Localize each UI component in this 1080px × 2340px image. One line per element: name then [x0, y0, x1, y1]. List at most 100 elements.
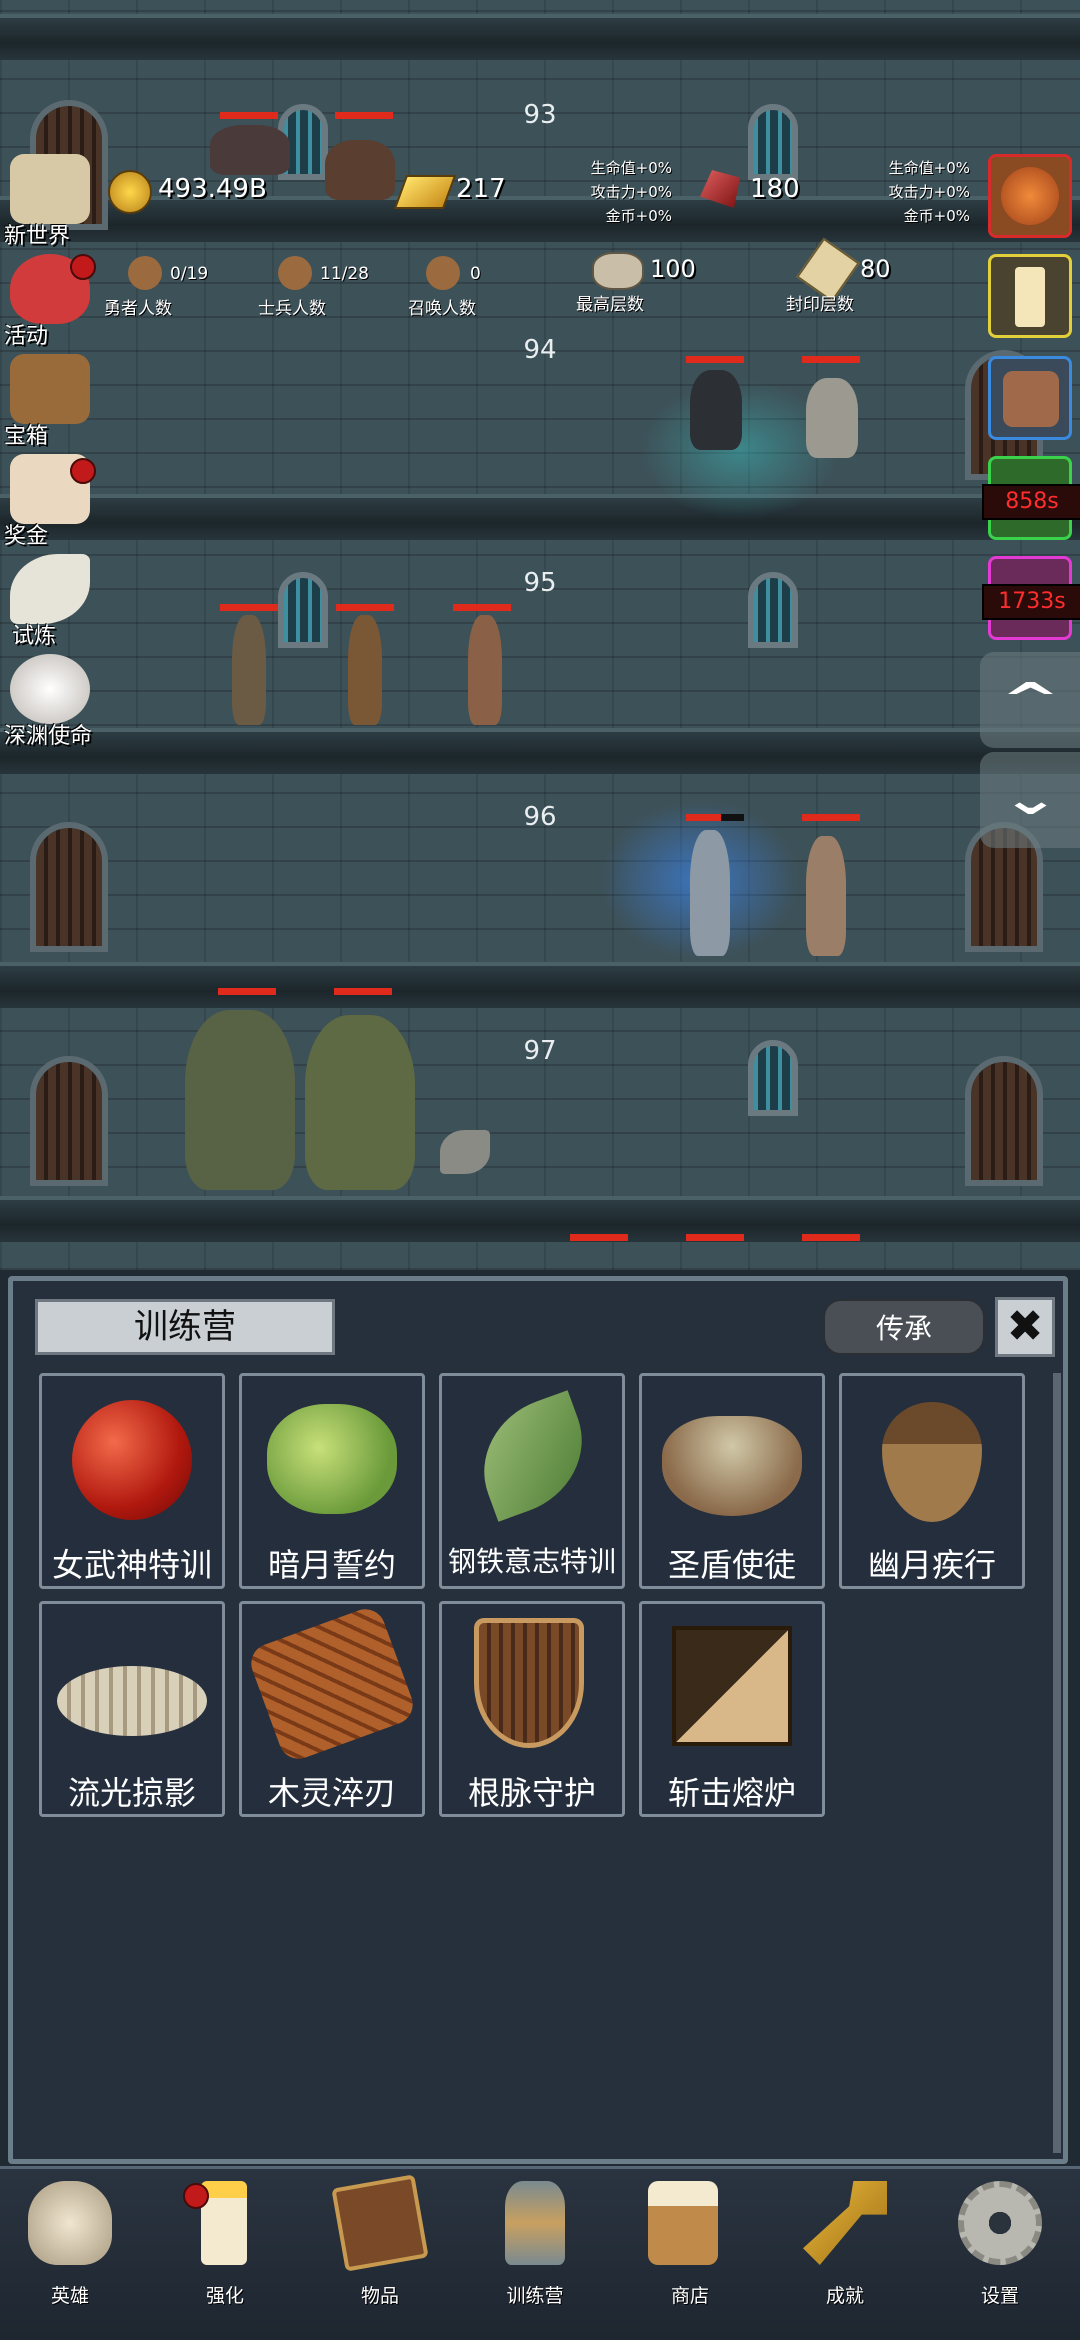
map-icon [10, 154, 90, 224]
enemy-hp-bar [686, 356, 744, 363]
nav-training-camp[interactable]: 训练营 [465, 2181, 605, 2331]
training-card[interactable]: 斩击熔炉 [639, 1601, 825, 1817]
floor-divider [0, 14, 1080, 60]
zombie-enemy[interactable] [348, 615, 382, 725]
trial-button[interactable]: 试炼 [4, 550, 96, 649]
dungeon-window [748, 572, 798, 648]
floor-divider [0, 962, 1080, 1008]
zombie-enemy[interactable] [232, 615, 266, 725]
gold-coin-icon [108, 170, 152, 214]
nav-label: 英雄 [50, 2285, 89, 2307]
key-icon [803, 2181, 887, 2265]
enemy-hp-bar [218, 988, 276, 995]
chevron-down-icon: ⌄ [1000, 774, 1060, 825]
heroes-count: 0/19 [170, 264, 209, 284]
red-apple-icon [72, 1400, 192, 1520]
bat-enemy[interactable] [325, 140, 395, 200]
nav-shop[interactable]: 商店 [620, 2181, 760, 2331]
chevron-up-icon: ^ [1000, 674, 1060, 725]
panel-scrollbar[interactable] [1053, 1373, 1061, 2153]
backpack-button[interactable] [988, 356, 1072, 440]
event-button[interactable]: 活动 [4, 250, 96, 349]
nav-achievements[interactable]: 成就 [775, 2181, 915, 2331]
enemy-hp-bar [802, 356, 860, 363]
floor-number-94: 94 [523, 335, 557, 365]
orc-enemy[interactable] [185, 1010, 295, 1190]
gear-icon [958, 2181, 1042, 2265]
heroes-label: 勇者人数 [104, 299, 172, 319]
abyss-mission-button[interactable]: 深渊使命 [4, 650, 96, 749]
notification-dot [183, 2183, 209, 2209]
summon-head-icon [426, 256, 460, 290]
training-name: 幽月疾行 [867, 1546, 996, 1584]
dungeon-door [30, 1056, 108, 1186]
nav-settings[interactable]: 设置 [930, 2181, 1070, 2331]
acorn-icon [882, 1402, 982, 1522]
bonus-label: 奖金 [4, 524, 49, 549]
training-name: 斩击熔炉 [667, 1774, 796, 1812]
scroll-up-button[interactable]: ^ [980, 652, 1080, 748]
floor-number-97: 97 [523, 1036, 557, 1066]
pearl-icon [10, 654, 90, 724]
chest-label: 宝箱 [4, 424, 49, 449]
close-icon: ✖ [1006, 1301, 1044, 1352]
training-card[interactable]: 流光掠影 [39, 1601, 225, 1817]
training-card[interactable]: 圣盾使徒 [639, 1373, 825, 1589]
skeleton-mage-enemy[interactable] [690, 830, 730, 956]
ghost-enemy[interactable] [690, 370, 742, 450]
max-floor-label: 最高层数 [576, 295, 644, 315]
leaf-icon [464, 1390, 602, 1522]
nav-label: 商店 [670, 2285, 709, 2307]
treasure-chest-icon [10, 354, 90, 424]
bonus-hp: 生命值+0% [888, 159, 970, 177]
soldiers-label: 士兵人数 [258, 299, 326, 319]
candle-button[interactable] [988, 254, 1072, 338]
gold-bar-amount: 217 [456, 174, 506, 204]
orc-enemy[interactable] [305, 1015, 415, 1190]
trial-label: 试炼 [12, 624, 57, 649]
bonus-button[interactable]: 奖金 [4, 450, 96, 549]
enemy-hp-bar [335, 112, 393, 119]
inherit-button[interactable]: 传承 [823, 1299, 985, 1355]
floor-number-96: 96 [523, 802, 557, 832]
training-card[interactable]: 暗月誓约 [239, 1373, 425, 1589]
bat-enemy[interactable] [210, 125, 290, 175]
new-world-button[interactable]: 新世界 [4, 150, 96, 249]
training-card[interactable]: 女武神特训 [39, 1373, 225, 1589]
enemy-hp-bar [802, 814, 860, 821]
training-name: 圣盾使徒 [667, 1546, 796, 1584]
nav-items[interactable]: 物品 [310, 2174, 450, 2331]
seal-floor-value: 80 [860, 255, 891, 283]
training-card[interactable]: 钢铁意志特训 [439, 1373, 625, 1589]
wood-log-icon [245, 1603, 419, 1765]
training-card[interactable]: 幽月疾行 [839, 1373, 1025, 1589]
nav-enhance[interactable]: 强化 [155, 2181, 295, 2331]
ruby-amount: 180 [750, 174, 800, 204]
training-card[interactable]: 根脉守护 [439, 1601, 625, 1817]
nav-label: 物品 [360, 2285, 399, 2307]
floor-divider [0, 1196, 1080, 1242]
bottom-navigation: 英雄 强化 物品 训练营 商店 成就 设置 [0, 2166, 1080, 2340]
feather-icon [10, 554, 90, 624]
pumpkin-button[interactable] [988, 154, 1072, 238]
close-button[interactable]: ✖ [995, 1297, 1055, 1357]
skeleton-enemy[interactable] [806, 836, 846, 956]
enemy-hp-bar [686, 814, 744, 821]
ghost-enemy[interactable] [806, 378, 858, 458]
summon-count: 0 [470, 264, 481, 284]
lantern-icon [505, 2181, 565, 2265]
notification-dot [70, 458, 96, 484]
event-label: 活动 [4, 324, 49, 349]
chest-button[interactable]: 宝箱 [4, 350, 96, 449]
enemy-hp-bar [336, 604, 394, 611]
nav-heroes[interactable]: 英雄 [0, 2181, 140, 2331]
bonus-stats-left: 生命值+0% 攻击力+0% 金币+0% [560, 156, 672, 228]
training-card[interactable]: 木灵淬刃 [239, 1601, 425, 1817]
training-name: 暗月誓约 [267, 1546, 396, 1584]
zombie-enemy[interactable] [468, 615, 502, 725]
scroll-down-button[interactable]: ⌄ [980, 752, 1080, 848]
abyss-mission-label: 深渊使命 [4, 724, 93, 749]
training-name: 木灵淬刃 [267, 1774, 396, 1812]
nav-label: 强化 [205, 2285, 244, 2307]
max-floor-value: 100 [650, 255, 696, 283]
